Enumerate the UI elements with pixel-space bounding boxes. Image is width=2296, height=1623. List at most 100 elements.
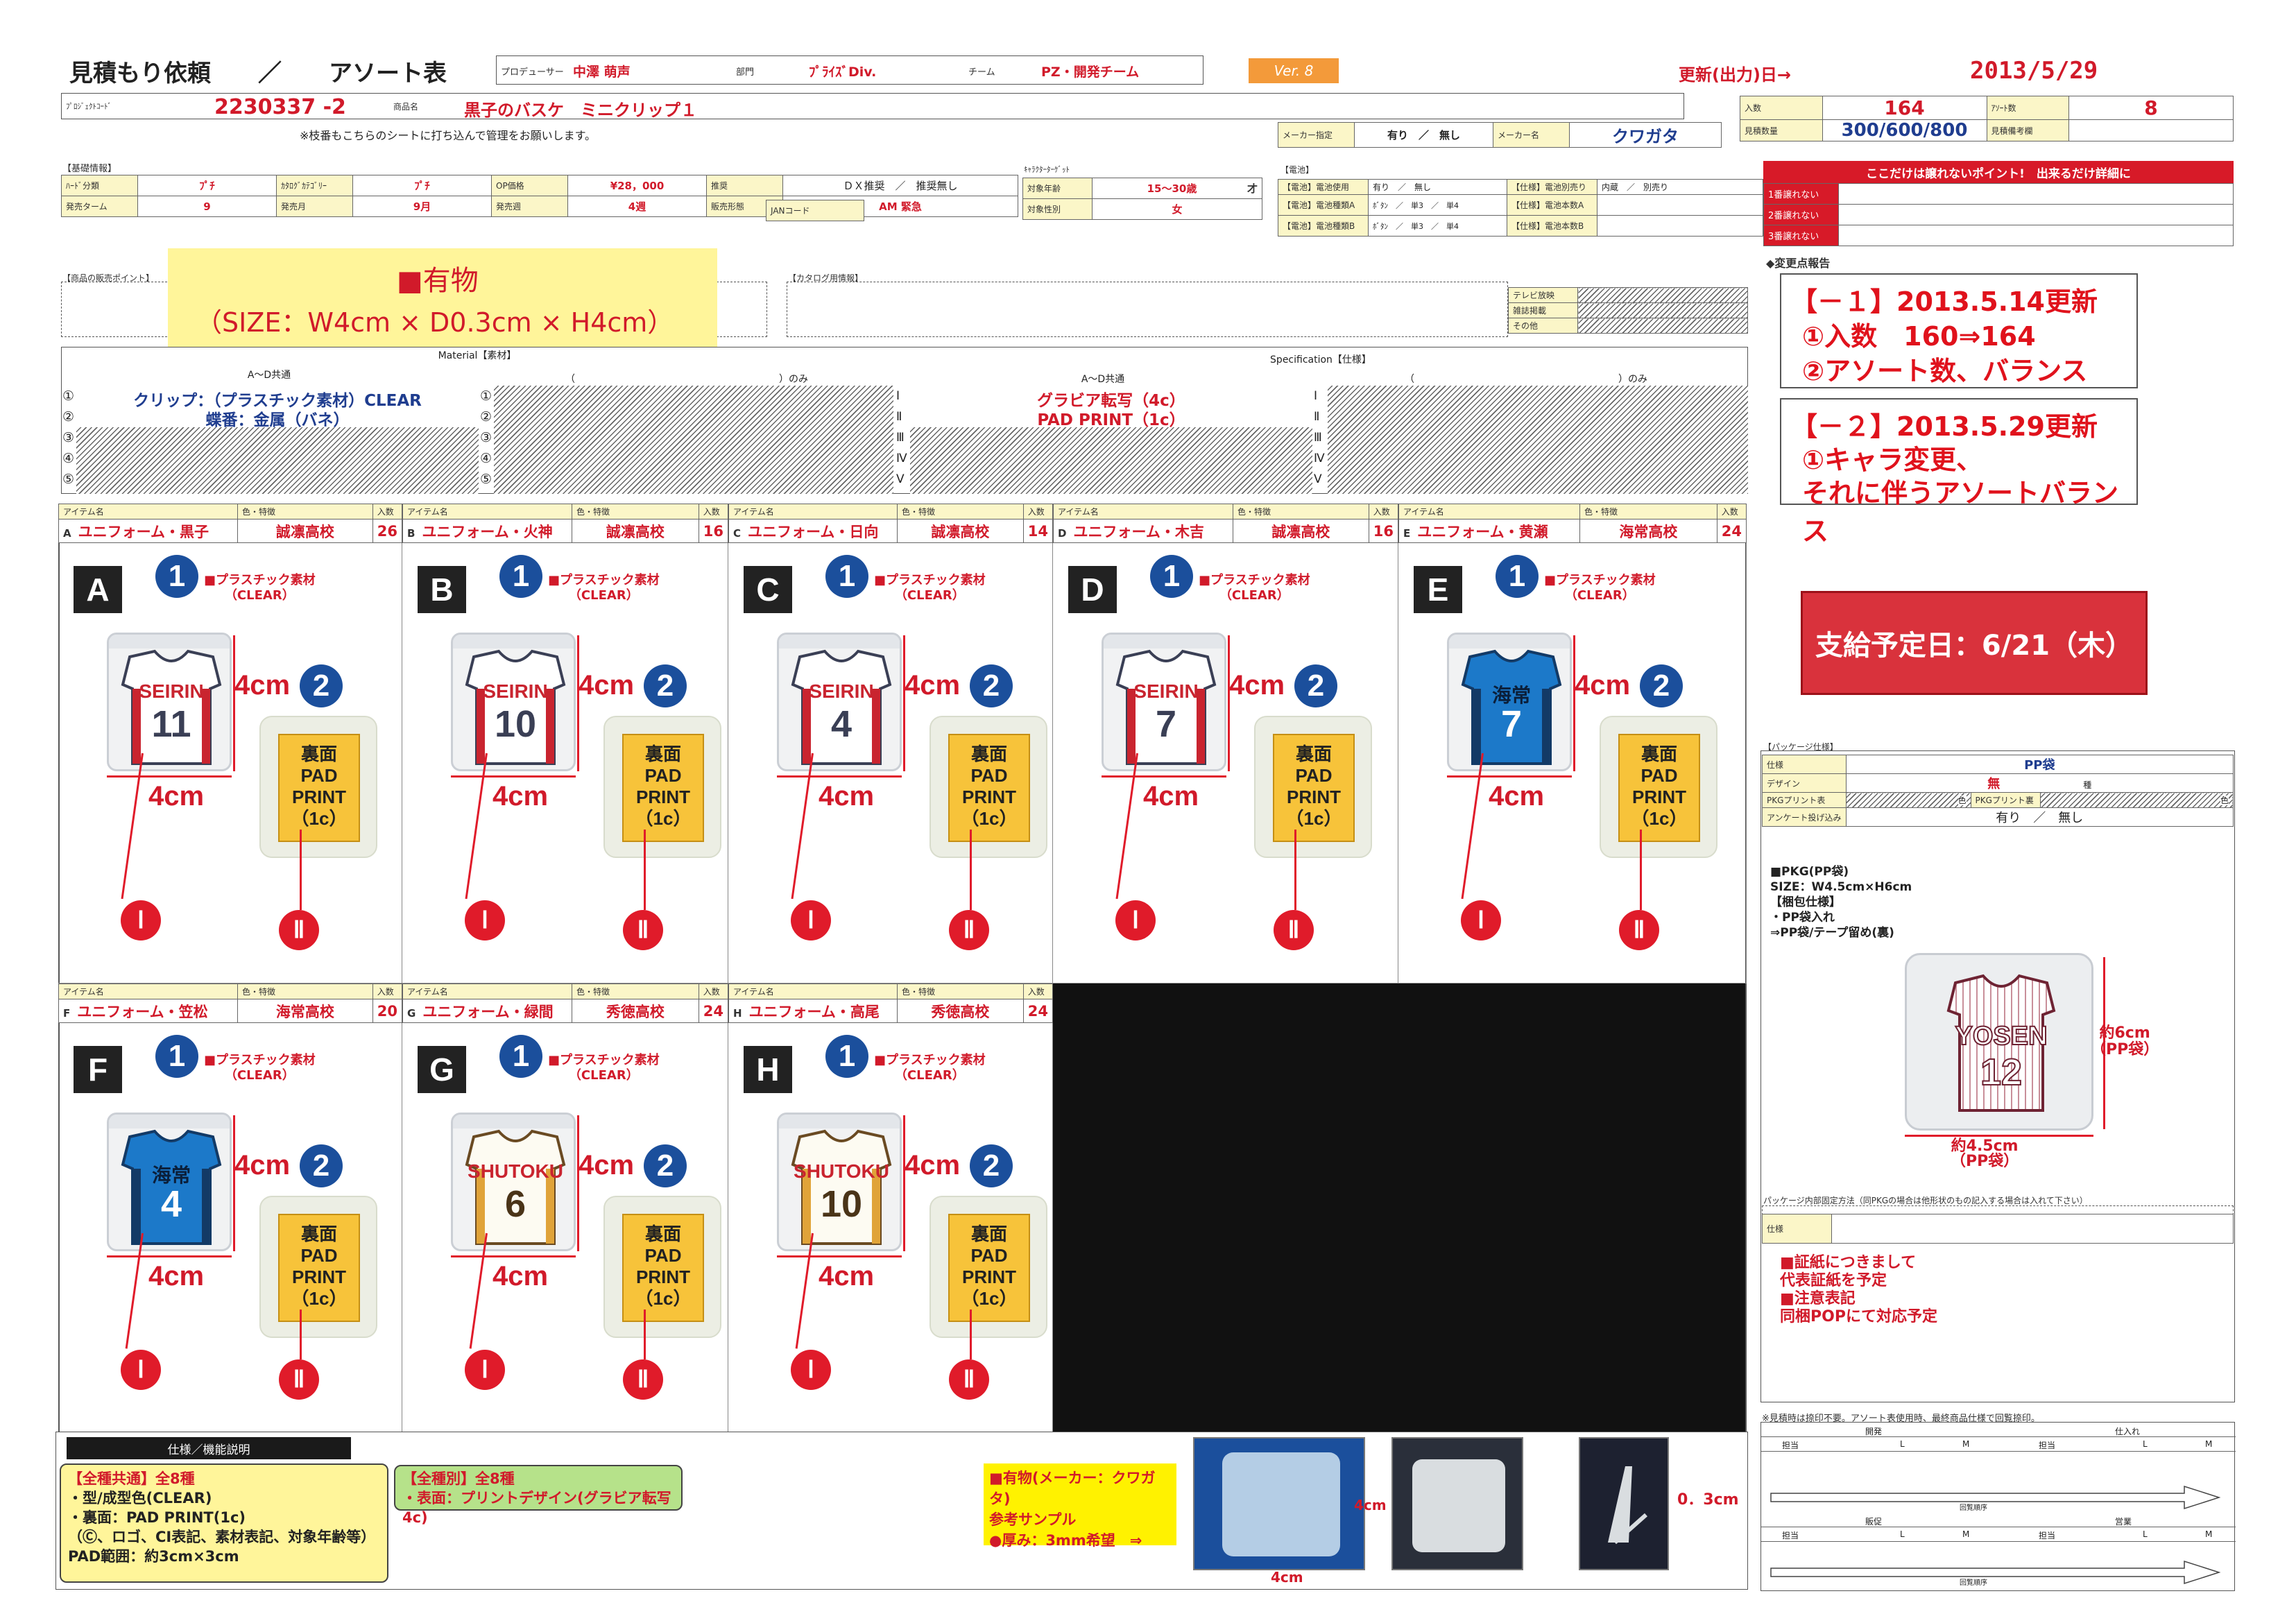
qty-value[interactable]: 164 xyxy=(1822,96,1987,120)
other-label: その他 xyxy=(1508,318,1578,334)
material-row-2[interactable]: 蝶番：金属（バネ） xyxy=(76,406,479,430)
item-qty[interactable]: 24 xyxy=(698,999,729,1023)
item-color[interactable]: 秀徳高校 xyxy=(897,999,1024,1023)
spec-row-2[interactable]: PAD PRINT（1c） xyxy=(910,406,1312,430)
month-value[interactable]: 9月 xyxy=(352,196,492,217)
battery-sep[interactable]: 内蔵 ／ 別売り xyxy=(1597,179,1763,195)
age-value[interactable]: 15～30歳 才 xyxy=(1092,178,1262,199)
package-table: 仕様 PP袋 デザイン無種 PKGプリント表色 PKGプリント裏色 アンケート投げ込… xyxy=(1762,755,2234,827)
roman-2-icon: Ⅱ xyxy=(623,1359,663,1400)
item-name[interactable]: B ユニフォーム・火神 xyxy=(402,519,572,543)
back-label-2: PAD xyxy=(644,1245,682,1266)
survey-value[interactable]: 有り ／ 無し xyxy=(1845,807,2234,827)
spec-num-r1: Ⅰ xyxy=(1314,389,1318,403)
item-color-header: 色・特徴 xyxy=(572,504,699,519)
battery-typeB[interactable]: ﾎﾞﾀﾝ ／ 単3 ／ 単4 xyxy=(1368,215,1507,237)
pkg-notes: ■PKG(PP袋) SIZE：W4.5cm×H6cm 【梱包仕様】 ・PP袋入れ… xyxy=(1770,864,1912,941)
catalog-value[interactable]: ﾌﾟﾁ xyxy=(352,175,492,196)
callout-1-icon: 1 xyxy=(1496,555,1539,598)
callout-2-icon: 2 xyxy=(644,1144,687,1187)
dept-value[interactable]: ﾌﾟﾗｲｽﾞDiv. xyxy=(809,62,876,80)
width-dim: 4cm xyxy=(148,1261,205,1291)
spec-num-r2: Ⅱ xyxy=(1314,410,1320,424)
item-qty[interactable]: 16 xyxy=(1368,519,1399,543)
pkg-spec[interactable]: PP袋 xyxy=(1845,755,2234,774)
week-value[interactable]: 4週 xyxy=(567,196,707,217)
item-qty[interactable]: 20 xyxy=(372,999,403,1023)
item-name[interactable]: H ユニフォーム・高尾 xyxy=(728,999,898,1023)
item-name[interactable]: A ユニフォーム・黒子 xyxy=(58,519,238,543)
item-color[interactable]: 誠凛高校 xyxy=(1233,519,1369,543)
roman-1-icon: Ⅰ xyxy=(121,1350,161,1390)
recommend-label: 推奨 xyxy=(706,175,783,196)
pkg-back-unit: 色 xyxy=(2220,796,2229,805)
assort-value[interactable]: 8 xyxy=(2068,96,2234,120)
item-name[interactable]: F ユニフォーム・笠松 xyxy=(58,999,238,1023)
callout-2-icon: 2 xyxy=(970,1144,1013,1187)
item-color[interactable]: 秀徳高校 xyxy=(572,999,699,1023)
battery-typeA[interactable]: ﾎﾞﾀﾝ ／ 単3 ／ 単4 xyxy=(1368,194,1507,216)
item-name[interactable]: E ユニフォーム・黄瀬 xyxy=(1398,519,1580,543)
maker-name[interactable]: クワガタ xyxy=(1569,122,1722,148)
point-2-value[interactable] xyxy=(1838,204,2234,225)
point-2-label: 2番譲れない xyxy=(1763,204,1839,225)
magazine-value[interactable] xyxy=(1577,302,1748,318)
recommend-value[interactable]: ＤＸ推奨 ／ 推奨無し xyxy=(782,175,1018,196)
item-name[interactable]: G ユニフォーム・緑間 xyxy=(402,999,572,1023)
item-qty[interactable]: 14 xyxy=(1022,519,1054,543)
battery-numA[interactable] xyxy=(1597,194,1763,216)
item-name[interactable]: C ユニフォーム・日向 xyxy=(728,519,898,543)
item-clip-front: 海常 4 xyxy=(107,1113,232,1251)
item-color[interactable]: 誠凛高校 xyxy=(237,519,373,543)
roman-2-leader xyxy=(300,830,302,910)
item-clip-front: SEIRIN 10 xyxy=(451,633,576,771)
item-letter-badge: C xyxy=(744,566,792,613)
other-value[interactable] xyxy=(1577,318,1748,334)
pkg-front-value[interactable]: 色 xyxy=(1845,792,1971,808)
pkg-spec2-value[interactable] xyxy=(1831,1214,2234,1244)
callout-1-icon: 1 xyxy=(155,1035,198,1078)
maker-choice[interactable]: 有り ／ 無し xyxy=(1354,122,1493,148)
item-qty[interactable]: 24 xyxy=(1716,519,1747,543)
item-color-header: 色・特徴 xyxy=(1233,504,1369,519)
item-color[interactable]: 誠凛高校 xyxy=(572,519,699,543)
est-value[interactable]: 300/600/800 xyxy=(1822,119,1987,141)
pkg-back-value[interactable]: 色 xyxy=(2039,792,2234,808)
item-color[interactable]: 海常高校 xyxy=(237,999,373,1023)
pkg-preview: YOSEN 12 xyxy=(1905,953,2093,1131)
tv-value[interactable] xyxy=(1577,287,1748,303)
item-qty[interactable]: 24 xyxy=(1022,999,1054,1023)
hard-value[interactable]: ﾌﾟﾁ xyxy=(137,175,277,196)
qty-table: 入数 164 ｱｿｰﾄ数 8 見積数量 300/600/800 見積備考欄 xyxy=(1740,96,2234,141)
approval-tanto-1: 担当 xyxy=(1782,1441,1799,1450)
common-spec-box: 【全種共通】全8種 ・型/成型色(CLEAR) ・裏面：PAD PRINT(1c… xyxy=(60,1463,388,1583)
catalog-info-box[interactable] xyxy=(787,282,1508,337)
point-3-value[interactable] xyxy=(1838,225,2234,246)
plastic-note-2: （CLEAR） xyxy=(568,588,639,603)
battery-numB[interactable] xyxy=(1597,215,1763,237)
height-dim-line xyxy=(577,1115,579,1251)
height-dim: 4cm xyxy=(1575,670,1631,701)
producer-name[interactable]: 中澤 萌声 xyxy=(573,62,631,80)
term-value[interactable]: 9 xyxy=(137,196,277,217)
op-value[interactable]: ¥28，000 xyxy=(567,175,707,196)
sex-value[interactable]: 女 xyxy=(1092,198,1262,220)
item-name[interactable]: D ユニフォーム・木吉 xyxy=(1053,519,1233,543)
jersey-team: SEIRIN xyxy=(139,680,204,702)
item-color[interactable]: 海常高校 xyxy=(1579,519,1717,543)
item-qty[interactable]: 26 xyxy=(372,519,403,543)
pkg-design-value[interactable]: 無 xyxy=(1987,777,2000,791)
est-note-value[interactable] xyxy=(2068,119,2234,141)
back-label-4: （1c） xyxy=(1631,808,1688,829)
roman-2-leader xyxy=(970,1309,972,1359)
catalog-label: ｶﾀﾛｸﾞｶﾃｺﾞﾘｰ xyxy=(276,175,353,196)
item-color[interactable]: 誠凛高校 xyxy=(897,519,1024,543)
jersey-number: 4 xyxy=(160,1183,182,1225)
battery-use[interactable]: 有り ／ 無し xyxy=(1368,179,1507,195)
project-code[interactable]: 2230337 -2 xyxy=(214,95,346,119)
product-name[interactable]: 黒子のバスケ ミニクリップ１ xyxy=(464,96,697,121)
item-qty[interactable]: 16 xyxy=(698,519,729,543)
team-value[interactable]: PZ・開発チーム xyxy=(1041,62,1139,80)
plastic-note-2: （CLEAR） xyxy=(224,588,295,603)
point-1-value[interactable] xyxy=(1838,183,2234,205)
